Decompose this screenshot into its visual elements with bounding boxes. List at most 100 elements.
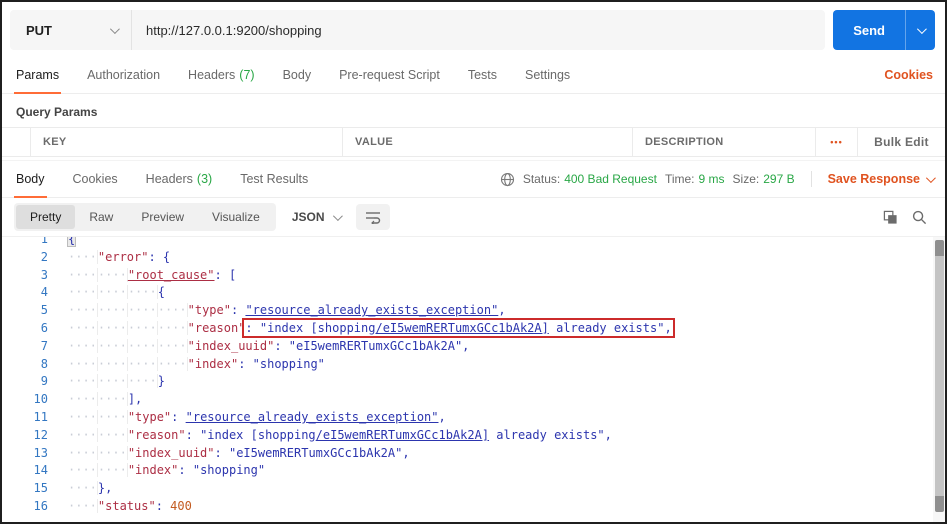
code-line: 2 ····"error": { — [2, 249, 933, 267]
code-line: 4 ············{ — [2, 284, 933, 302]
response-tab-test-results[interactable]: Test Results — [238, 161, 310, 197]
tab-settings[interactable]: Settings — [523, 57, 572, 93]
postman-window: PUT http://127.0.0.1:9200/shopping Send … — [0, 0, 947, 524]
code-line: 1{ — [2, 237, 933, 249]
vertical-scrollbar[interactable] — [933, 237, 945, 522]
select-all-cell[interactable] — [2, 128, 30, 156]
code-editor[interactable]: 1{2 ····"error": {3 ········"root_cause": … — [2, 237, 933, 522]
size-value: 297 B — [763, 172, 795, 186]
view-visualize[interactable]: Visualize — [198, 205, 274, 229]
line-number: 16 — [33, 498, 48, 513]
indent-guide: ···· — [68, 303, 98, 318]
line-number: 3 — [40, 267, 48, 282]
request-tabs: Params Authorization Headers (7) Body Pre… — [2, 57, 945, 94]
tab-params[interactable]: Params — [14, 57, 62, 94]
indent-guide: ···· — [157, 356, 188, 371]
column-value[interactable]: VALUE — [342, 128, 632, 156]
code-line: 3 ········"root_cause": [ — [2, 267, 933, 285]
status-value: 400 Bad Request — [564, 172, 657, 186]
line-number: 9 — [40, 374, 48, 389]
request-url-row: PUT http://127.0.0.1:9200/shopping Send — [2, 2, 945, 57]
code-line: 6 ················"reason": "index [shopp… — [2, 317, 933, 338]
code-line: 9 ············} — [2, 373, 933, 391]
code-lines: 1{2 ····"error": {3 ········"root_cause": … — [2, 237, 933, 516]
indent-guide: ···· — [68, 498, 98, 513]
indent-guide: ···· — [68, 285, 98, 300]
tab-headers[interactable]: Headers (7) — [186, 57, 257, 93]
send-options-button[interactable] — [905, 10, 935, 50]
view-mode-group: Pretty Raw Preview Visualize — [14, 203, 276, 231]
view-preview[interactable]: Preview — [127, 205, 198, 229]
indent-guide: ···· — [68, 338, 98, 353]
indent-guide: ···· — [127, 285, 158, 300]
column-description[interactable]: DESCRIPTION — [632, 128, 815, 156]
url-input[interactable]: http://127.0.0.1:9200/shopping — [132, 10, 825, 50]
response-tab-headers[interactable]: Headers (3) — [144, 161, 215, 197]
column-key[interactable]: KEY — [30, 128, 342, 156]
indent-guide: ···· — [97, 285, 128, 300]
response-headers-count: (3) — [196, 172, 213, 186]
tab-tests[interactable]: Tests — [466, 57, 499, 93]
url-bar: PUT http://127.0.0.1:9200/shopping — [10, 10, 826, 50]
bulk-edit-button[interactable]: Bulk Edit — [857, 128, 945, 156]
send-button[interactable]: Send — [833, 10, 905, 50]
indent-guide: ···· — [157, 320, 188, 335]
wrap-lines-button[interactable] — [355, 204, 390, 230]
line-number: 7 — [40, 338, 48, 353]
language-label: JSON — [291, 210, 325, 224]
indent-guide: ···· — [68, 356, 98, 371]
indent-guide: ···· — [68, 427, 98, 442]
line-number: 4 — [40, 285, 48, 300]
cookies-link[interactable]: Cookies — [884, 68, 933, 82]
indent-guide: ···· — [127, 374, 158, 389]
indent-guide: ···· — [127, 356, 158, 371]
line-number: 6 — [40, 320, 48, 335]
code-line: 8 ················"index": "shopping" — [2, 356, 933, 374]
indent-guide: ···· — [97, 320, 128, 335]
copy-icon[interactable] — [883, 210, 898, 225]
tab-pre-request-script[interactable]: Pre-request Script — [337, 57, 442, 93]
send-split-button: Send — [833, 10, 935, 50]
indent-guide: ···· — [97, 374, 128, 389]
tab-authorization[interactable]: Authorization — [85, 57, 162, 93]
code-line: 7 ················"index_uuid": "eI5wemRE… — [2, 338, 933, 356]
send-label: Send — [853, 22, 885, 38]
response-tab-cookies[interactable]: Cookies — [71, 161, 120, 197]
indent-guide: ···· — [157, 303, 188, 318]
line-number: 2 — [40, 249, 48, 264]
indent-guide: ···· — [68, 481, 98, 496]
status-badge: Status: 400 Bad Request — [522, 172, 657, 186]
response-header: Body Cookies Headers (3) Test Results Sta… — [2, 161, 945, 198]
indent-guide: ···· — [68, 463, 98, 478]
scrollbar-thumb[interactable] — [935, 240, 944, 512]
annotation-box: : "index [shopping/eI5wemRERTumxGCc1bAk2… — [242, 317, 675, 338]
indent-guide: ···· — [127, 320, 158, 335]
code-line: 14 ········"index": "shopping" — [2, 462, 933, 480]
language-dropdown[interactable]: JSON — [286, 210, 346, 224]
code-line: 5 ················"type": "resource_alrea… — [2, 302, 933, 320]
url-text: http://127.0.0.1:9200/shopping — [146, 22, 322, 38]
toolbar-right-icons — [883, 210, 933, 225]
save-response-button[interactable]: Save Response — [828, 172, 936, 186]
more-options-icon[interactable]: ••• — [815, 128, 857, 156]
indent-guide: ···· — [97, 303, 128, 318]
response-tab-body[interactable]: Body — [14, 161, 47, 198]
divider — [810, 171, 812, 187]
method-label: PUT — [26, 22, 52, 38]
response-meta: Status: 400 Bad Request Time: 9 ms Size:… — [500, 161, 936, 197]
line-number: 12 — [33, 427, 48, 442]
line-number: 10 — [33, 392, 48, 407]
query-params-header: KEY VALUE DESCRIPTION ••• Bulk Edit — [2, 127, 945, 157]
indent-guide: ···· — [97, 267, 128, 282]
code-line: 12 ········"reason": "index [shopping/eI5… — [2, 427, 933, 445]
view-raw[interactable]: Raw — [75, 205, 127, 229]
indent-guide: ···· — [68, 409, 98, 424]
view-pretty[interactable]: Pretty — [16, 205, 76, 229]
search-icon[interactable] — [912, 210, 927, 225]
method-dropdown[interactable]: PUT — [10, 10, 132, 50]
code-line: 15 ····}, — [2, 480, 933, 498]
indent-guide: ···· — [97, 409, 128, 424]
tab-body[interactable]: Body — [281, 57, 314, 93]
